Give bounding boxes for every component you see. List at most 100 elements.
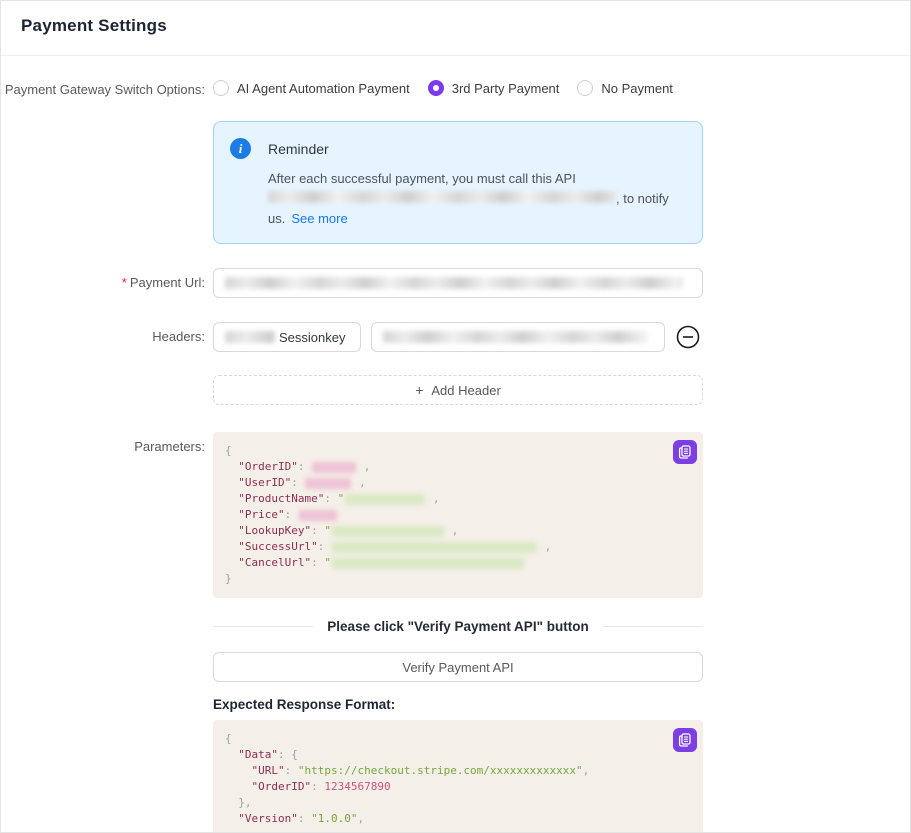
code-token: "ProductName" — [238, 492, 324, 505]
reminder-row: i Reminder After each successful payment… — [1, 121, 910, 244]
code-token: : — [285, 508, 298, 521]
add-header-label: Add Header — [431, 383, 500, 398]
see-more-link[interactable]: See more — [291, 211, 347, 226]
headers-label: Headers: — [1, 322, 213, 344]
code-token: " — [324, 524, 331, 537]
reminder-title: Reminder — [268, 141, 329, 157]
payment-url-label: *Payment Url: — [1, 268, 213, 290]
code-token: : — [311, 780, 324, 793]
payment-url-row: *Payment Url: — [1, 268, 910, 298]
copy-response-button[interactable] — [673, 728, 697, 752]
code-token: , — [445, 524, 458, 537]
code-token: : — [298, 460, 311, 473]
code-token: : — [311, 524, 324, 537]
response-json: { "Data": { "URL": "https://checkout.str… — [225, 731, 691, 827]
copy-parameters-button[interactable] — [673, 440, 697, 464]
code-token — [225, 780, 252, 793]
reminder-text-line1: After each successful payment, you must … — [268, 171, 576, 186]
redacted-header-key-prefix — [225, 331, 275, 343]
verify-payment-api-button[interactable]: Verify Payment API — [213, 652, 703, 682]
panel-header: Payment Settings — [1, 1, 910, 56]
code-token: : — [298, 812, 311, 825]
radio-ai-agent-automation-payment[interactable]: AI Agent Automation Payment — [213, 80, 410, 96]
code-token — [225, 796, 238, 809]
redacted-api-url — [268, 191, 616, 203]
code-token: : — [285, 764, 298, 777]
verify-button-row: Verify Payment API — [1, 652, 910, 682]
redacted-payment-url — [225, 277, 683, 289]
payment-url-input[interactable] — [213, 268, 703, 298]
plus-icon: + — [415, 382, 423, 398]
instruction-divider: Please click "Verify Payment API" button — [213, 616, 703, 636]
code-token: "OrderID" — [238, 460, 298, 473]
redacted-json-value — [305, 478, 351, 489]
copy-icon — [678, 445, 692, 459]
code-token: "SuccessUrl" — [238, 540, 317, 553]
reminder-text-line2: , to notify — [616, 191, 669, 206]
code-token — [225, 540, 238, 553]
add-header-button[interactable]: + Add Header — [213, 375, 703, 405]
redacted-json-value — [332, 558, 524, 569]
parameters-code-block: { "OrderID": , "UserID": , "ProductName"… — [213, 432, 703, 598]
code-token: : — [311, 556, 324, 569]
payment-settings-page: Payment Settings Payment Gateway Switch … — [0, 0, 911, 833]
code-token: "https://checkout.stripe.com/xxxxxxxxxxx… — [298, 764, 583, 777]
code-token — [225, 460, 238, 473]
code-token: 1234567890 — [324, 780, 390, 793]
radio-selected-icon[interactable] — [428, 80, 444, 96]
code-token: "UserID" — [238, 476, 291, 489]
radio-no-payment[interactable]: No Payment — [577, 80, 673, 96]
minus-circle-icon — [676, 325, 700, 349]
radio-label: AI Agent Automation Payment — [237, 81, 410, 96]
code-token: } — [225, 572, 232, 585]
header-value-input[interactable] — [371, 322, 665, 352]
code-token: { — [225, 732, 232, 745]
parameters-label: Parameters: — [1, 432, 213, 454]
code-token: "OrderID" — [252, 780, 312, 793]
code-token: "CancelUrl" — [238, 556, 311, 569]
gateway-options-label: Payment Gateway Switch Options: — [1, 80, 213, 97]
redacted-json-value — [332, 526, 444, 537]
code-token — [225, 748, 238, 761]
code-token: { — [225, 444, 232, 457]
headers-row: Headers: Sessionkey — [1, 322, 910, 352]
code-token — [225, 492, 238, 505]
radio-unselected-icon[interactable] — [577, 80, 593, 96]
verify-instruction-row: Please click "Verify Payment API" button — [1, 616, 910, 636]
required-asterisk: * — [122, 275, 127, 290]
header-key-input[interactable]: Sessionkey — [213, 322, 361, 352]
page-title: Payment Settings — [21, 16, 890, 36]
code-token — [225, 812, 238, 825]
code-token: " — [338, 492, 345, 505]
code-token: , — [352, 476, 365, 489]
radio-unselected-icon[interactable] — [213, 80, 229, 96]
parameters-row: Parameters: { "OrderID": , "UserID": , "… — [1, 432, 910, 598]
code-token: "LookupKey" — [238, 524, 311, 537]
code-token: "Price" — [238, 508, 284, 521]
code-token: " — [324, 556, 331, 569]
redacted-json-value — [332, 542, 537, 553]
info-icon: i — [230, 138, 251, 159]
radio-label: 3rd Party Payment — [452, 81, 560, 96]
code-token: , — [583, 764, 590, 777]
remove-header-button[interactable] — [676, 325, 700, 349]
code-token: "Version" — [238, 812, 298, 825]
code-token: , — [357, 812, 364, 825]
code-token: "1.0.0" — [311, 812, 357, 825]
reminder-alert: i Reminder After each successful payment… — [213, 121, 703, 244]
code-token: "URL" — [252, 764, 285, 777]
add-header-row: + Add Header — [1, 375, 910, 405]
code-token: : — [324, 492, 337, 505]
code-token — [225, 556, 238, 569]
reminder-body: After each successful payment, you must … — [268, 169, 686, 229]
copy-icon — [678, 733, 692, 747]
code-token: , — [538, 540, 551, 553]
parameters-json: { "OrderID": , "UserID": , "ProductName"… — [225, 443, 691, 587]
redacted-header-value — [383, 331, 647, 343]
expected-response-row: { "Data": { "URL": "https://checkout.str… — [1, 720, 910, 833]
code-token: : — [318, 540, 331, 553]
redacted-json-value — [299, 510, 337, 521]
code-token: : — [291, 476, 304, 489]
radio-3rd-party-payment[interactable]: 3rd Party Payment — [428, 80, 560, 96]
code-token — [225, 764, 252, 777]
